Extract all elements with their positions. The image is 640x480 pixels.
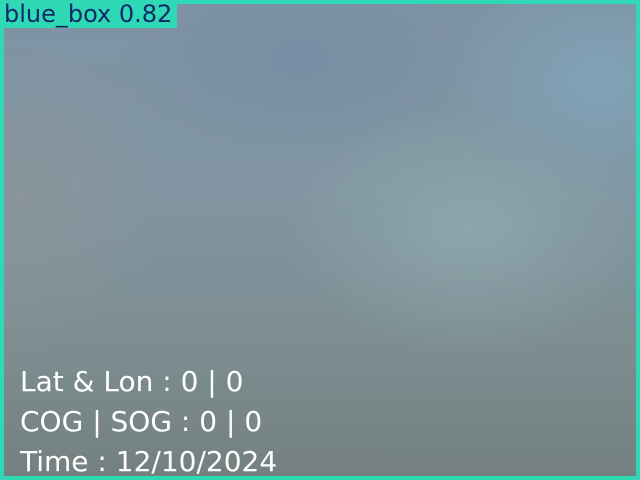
time-readout: Time : 12/10/2024 <box>20 445 278 478</box>
lat-lon-readout: Lat & Lon : 0 | 0 <box>20 365 244 398</box>
telemetry-overlay: Lat & Lon : 0 | 0 COG | SOG : 0 | 0 Time… <box>20 362 277 480</box>
camera-frame: blue_box 0.82 Lat & Lon : 0 | 0 COG | SO… <box>0 0 640 480</box>
detection-label: blue_box 0.82 <box>0 0 178 28</box>
cog-sog-readout: COG | SOG : 0 | 0 <box>20 405 263 438</box>
